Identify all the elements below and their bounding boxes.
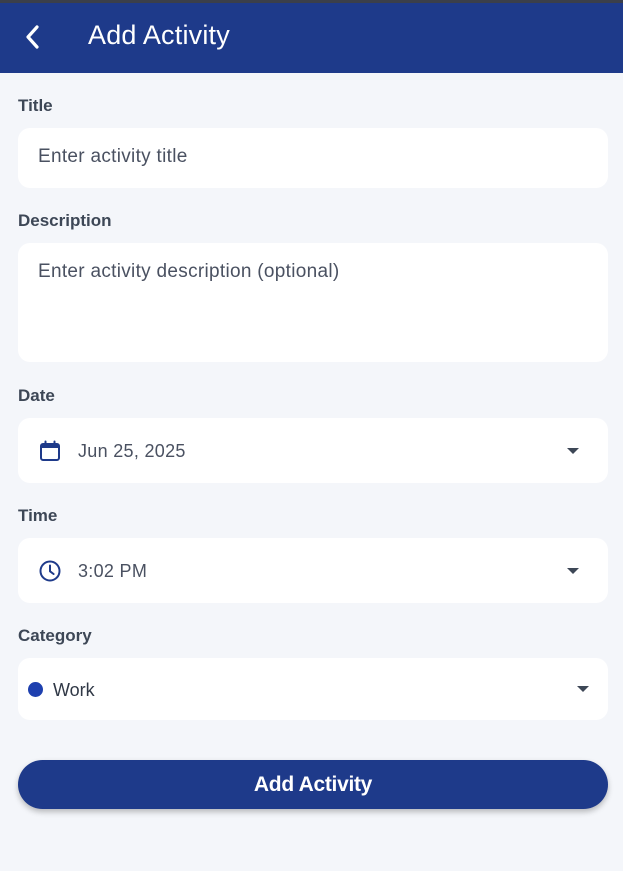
category-value: Work [53,680,95,700]
chevron-left-icon [26,25,39,49]
clock-icon [39,560,61,582]
description-label: Description [18,211,112,230]
date-picker[interactable]: Jun 25, 2025 [18,418,608,483]
category-color-dot [28,682,43,697]
date-label: Date [18,386,55,405]
title-input[interactable]: Enter activity title [18,128,608,188]
time-value: 3:02 PM [78,561,148,581]
time-picker[interactable]: 3:02 PM [18,538,608,603]
category-select[interactable]: Work [18,658,608,720]
description-textarea[interactable]: Enter activity description (optional) [18,243,608,362]
back-button[interactable] [16,17,50,57]
page-title: Add Activity [88,20,230,50]
title-placeholder: Enter activity title [38,146,188,167]
title-label: Title [18,96,53,115]
time-label: Time [18,506,58,525]
time-dropdown-icon [567,568,579,574]
category-dropdown-icon [577,686,589,692]
calendar-icon [40,440,60,461]
date-dropdown-icon [567,448,579,454]
add-activity-button[interactable]: Add Activity [18,760,608,809]
description-placeholder: Enter activity description (optional) [38,261,340,282]
app-bar: Add Activity [0,0,623,73]
category-label: Category [18,626,92,645]
date-value: Jun 25, 2025 [78,441,186,461]
